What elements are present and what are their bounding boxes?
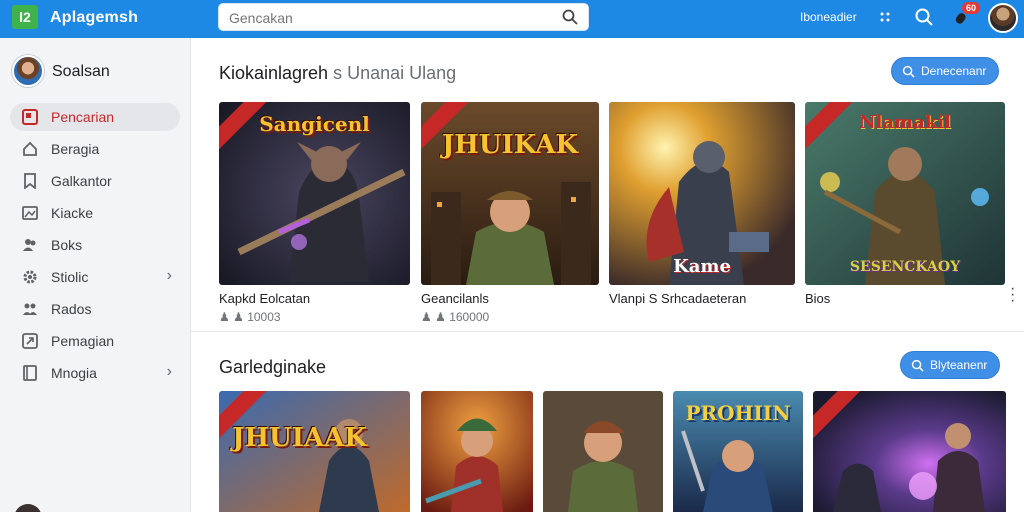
game-thumbnail[interactable]: JHUIKAK [421,102,599,285]
game-downloads: 10003 [247,310,281,324]
section-title: Garledginake [219,357,326,378]
profile-avatar[interactable] [14,504,42,512]
game-thumbnail[interactable] [421,391,533,512]
game-thumbnail[interactable] [543,391,663,512]
sidebar-item-label: Mnogia [51,365,97,381]
search-icon[interactable] [562,9,578,25]
sidebar-item-label: Stiolic [51,269,89,285]
game-title[interactable]: Geancilanls [421,291,489,306]
search-icon[interactable] [914,7,934,27]
sidebar-item-rados[interactable]: Rados [10,295,180,323]
game-art-title: Nlamakil [859,112,951,133]
game-art [421,391,533,512]
game-thumbnail[interactable]: PROHIIN [673,391,803,512]
sidebar-item-label: Kiacke [51,205,94,221]
game-title[interactable]: Kapkd Eolcatan [219,291,310,306]
game-art-title: JHUIAAK [232,423,367,453]
sidebar-item-kiacke[interactable]: Kiacke [10,199,180,227]
image-icon [22,206,38,220]
account-avatar[interactable] [988,3,1018,33]
button-label: Denecenanr [921,64,987,78]
button-label: Blyteanenr [930,358,988,372]
gear-icon [23,270,37,284]
sidebar-item-stiolic[interactable]: Stiolic › [10,263,180,291]
notification-badge: 60 [962,2,981,14]
section-title-text: Kiokainlagreh [219,63,329,83]
people-icon: ♟ ♟ [219,310,248,324]
game-meta: ♟ ♟ 10003 [219,310,281,324]
section-action-button[interactable]: Blyteanenr [900,351,1001,379]
game-title[interactable]: Vlanpi S Srhcadaeteran [609,291,746,306]
section-title: Kiokainlagreh s Unanai Ulang [219,63,456,84]
game-title[interactable]: Bios [805,291,830,306]
chevron-right-icon[interactable]: › [167,267,172,285]
sidebar-item-mnogia[interactable]: Mnogia › [10,359,180,387]
app-logo[interactable]: l2 [12,5,38,29]
search-icon [902,65,915,78]
game-meta: ♟ ♟ 160000 [421,310,489,324]
game-art-title: Sangicenl [259,112,370,136]
share-icon [22,333,38,349]
search-input[interactable] [229,8,549,28]
user-avatar[interactable] [12,55,44,87]
game-art-title: PROHIIN [685,401,791,425]
sidebar-item-pencarian[interactable]: Pencarian [10,103,180,131]
logo-text: l2 [19,9,31,25]
user-name[interactable]: Soalsan [52,63,110,81]
more-options-icon[interactable]: · · · [1010,281,1015,309]
game-art-subtitle: SESENCKAOY [849,259,961,275]
game-thumbnail[interactable]: Sangicenl [219,102,410,285]
search-icon [22,109,38,125]
app-title[interactable]: Aplagemsh [50,9,138,27]
game-art-title: JHUIKAK [441,130,579,160]
sidebar-item-label: Pencarian [51,109,115,125]
sidebar-item-beragia[interactable]: Beragia [10,135,180,163]
game-thumbnail[interactable]: JHUIAAK [219,391,410,512]
sidebar-item-pemagian[interactable]: Pemagian [10,327,180,355]
home-icon [23,141,37,156]
section-divider [191,331,1024,332]
sidebar-item-label: Rados [51,301,92,317]
sidebar-item-label: Galkantor [51,173,112,189]
grid-icon[interactable] [876,7,896,27]
search-icon [911,359,924,372]
game-thumbnail[interactable]: Kame [609,102,795,285]
people-icon [23,239,36,251]
section-subtitle: s Unanai Ulang [333,63,457,83]
top-link[interactable]: Iboneadier [800,10,857,24]
sidebar-item-galkantor[interactable]: Galkantor [10,167,180,195]
game-thumbnail[interactable] [813,391,1006,512]
top-bar: l2 Aplagemsh Iboneadier 60 [0,0,1024,38]
section-action-button[interactable]: Denecenanr [891,57,1000,85]
chevron-right-icon[interactable]: › [167,363,172,381]
sidebar-item-label: Beragia [51,141,100,157]
game-downloads: 160000 [449,310,490,324]
book-icon [23,365,37,381]
sidebar-item-boks[interactable]: Boks [10,231,180,259]
search-bar[interactable] [218,3,589,31]
game-art-title: Kame [673,256,731,277]
people-icon: ♟ ♟ [421,310,450,324]
game-thumbnail[interactable]: Nlamakil SESENCKAOY [805,102,1005,285]
sidebar-item-label: Pemagian [51,333,115,349]
sidebar-item-label: Boks [51,237,83,253]
game-art [543,391,663,512]
bookmark-icon [24,173,36,189]
people-icon [23,303,37,315]
sidebar: Soalsan Pencarian Beragia Galkantor Kiac… [0,38,191,512]
section-title-text: Garledginake [219,357,327,377]
